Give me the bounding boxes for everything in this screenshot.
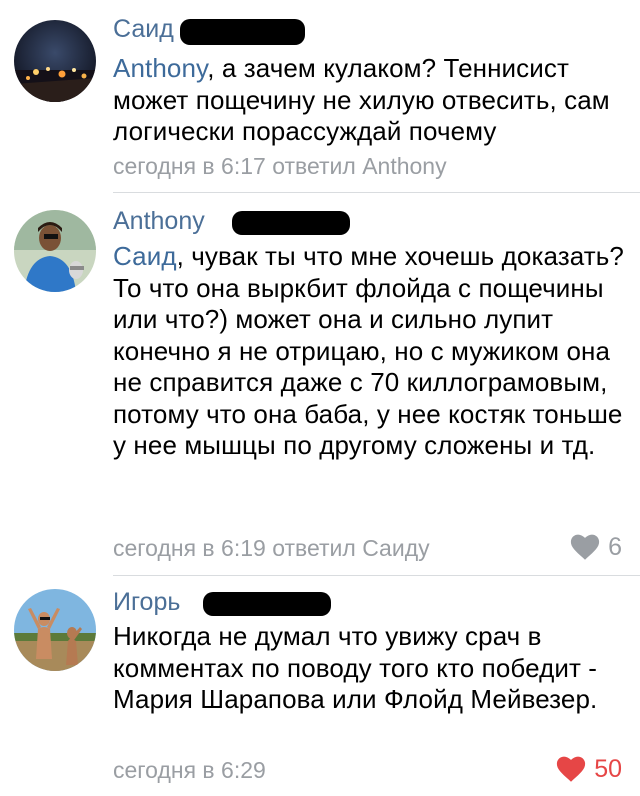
comment-meta[interactable]: сегодня в 6:17 ответил Anthony	[113, 153, 447, 180]
comment-item: Anthony Саид, чувак ты что мне хочешь до…	[0, 193, 640, 576]
like-button[interactable]: 6	[570, 533, 622, 562]
like-button[interactable]: 50	[556, 755, 622, 784]
comment-text: Никогда не думал что увижу срач в коммен…	[113, 621, 628, 716]
two-men-avatar-icon	[14, 589, 96, 671]
avatar[interactable]	[14, 210, 96, 292]
heart-icon	[557, 756, 586, 782]
comment-meta[interactable]: сегодня в 6:19 ответил Саиду	[113, 535, 430, 562]
redacted-name-mark	[203, 592, 331, 616]
reply-mention[interactable]: Anthony	[113, 53, 207, 83]
comment-meta[interactable]: сегодня в 6:29	[113, 757, 266, 784]
comment-body: , чувак ты что мне хочешь доказать? То ч…	[113, 241, 624, 460]
like-count: 6	[608, 533, 622, 561]
comment-item: Игорь Никогда не думал что увижу срач в …	[0, 576, 640, 796]
comment-text: Anthony, а зачем кулаком? Теннисист може…	[113, 53, 628, 148]
redacted-name-mark	[180, 19, 305, 45]
avatar[interactable]	[14, 20, 96, 102]
comment-author[interactable]: Саид	[113, 15, 174, 44]
comment-item: Саид Anthony, а зачем кулаком? Теннисист…	[0, 0, 640, 193]
man-in-blue-avatar-icon	[14, 210, 96, 292]
comment-body: Никогда не думал что увижу срач в коммен…	[113, 621, 598, 714]
comment-text: Саид, чувак ты что мне хочешь доказать? …	[113, 241, 628, 462]
comment-author[interactable]: Игорь	[113, 588, 180, 617]
avatar[interactable]	[14, 589, 96, 671]
redacted-name-mark	[232, 211, 350, 235]
reply-mention[interactable]: Саид	[113, 241, 177, 271]
comment-author[interactable]: Anthony	[113, 207, 205, 236]
night-city-avatar-icon	[14, 20, 96, 102]
heart-icon	[570, 534, 600, 560]
like-count: 50	[594, 755, 622, 783]
